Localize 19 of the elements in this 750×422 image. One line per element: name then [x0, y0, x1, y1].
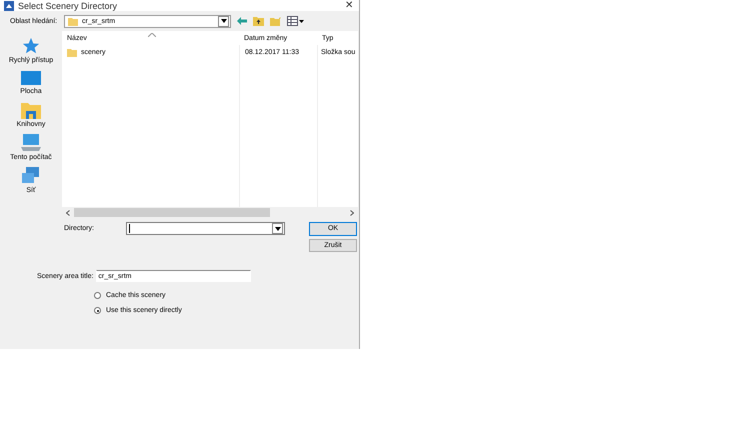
back-arrow-icon[interactable] [237, 17, 247, 25]
network-icon [21, 167, 41, 185]
scroll-left-icon[interactable] [66, 210, 70, 216]
scroll-right-icon[interactable] [350, 210, 354, 216]
window-title: Select Scenery Directory [18, 0, 118, 10]
computer-icon [20, 134, 41, 152]
sort-caret-icon [148, 33, 156, 37]
folder-icon [67, 48, 77, 56]
library-folder-icon [20, 101, 41, 119]
star-icon [22, 37, 40, 55]
desktop-icon [21, 70, 41, 86]
folder-up-icon[interactable] [253, 16, 264, 26]
radio-button[interactable] [94, 292, 101, 299]
directory-field[interactable] [126, 222, 285, 235]
scrollbar-thumb[interactable] [74, 208, 270, 217]
view-menu-icon[interactable] [287, 16, 304, 26]
radio-button[interactable] [94, 307, 101, 314]
close-button[interactable]: ✕ [345, 0, 353, 10]
folder-icon [68, 16, 78, 26]
